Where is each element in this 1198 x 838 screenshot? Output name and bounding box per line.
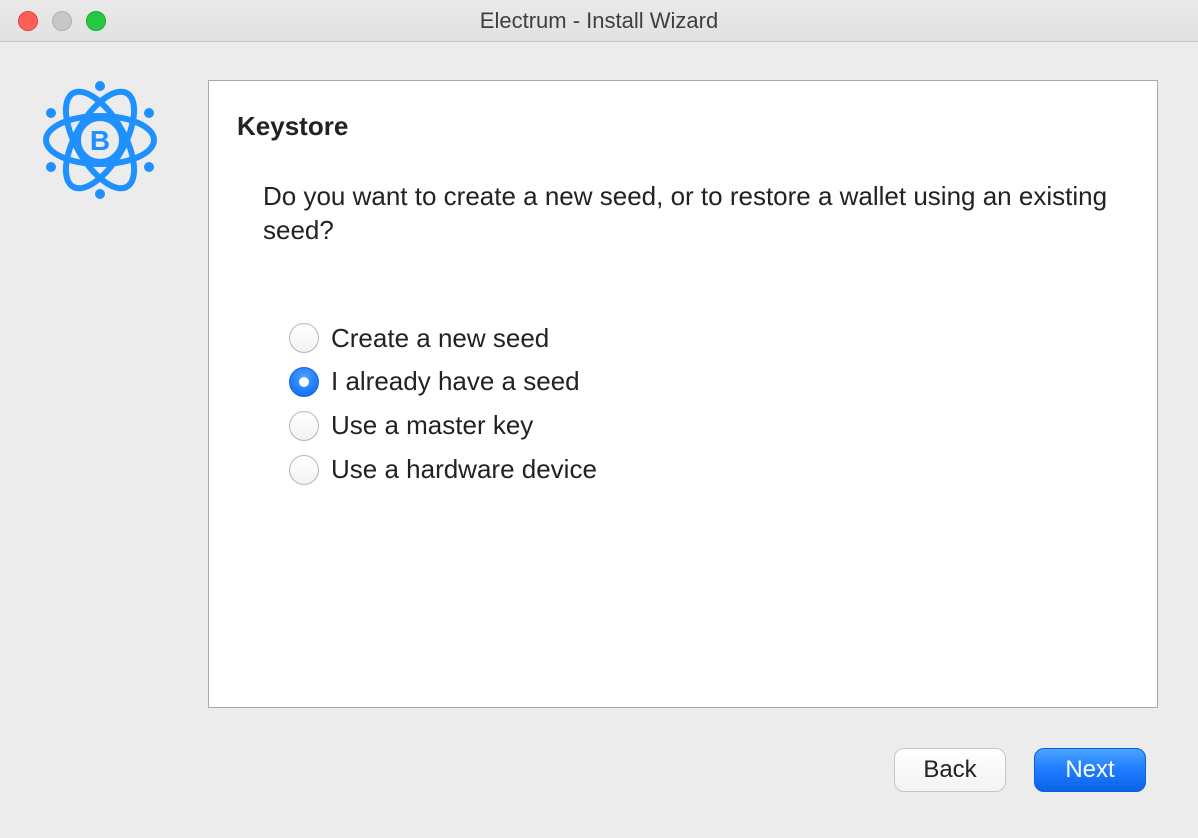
radio-icon xyxy=(289,411,319,441)
radio-icon xyxy=(289,455,319,485)
window-controls xyxy=(18,11,106,31)
panel-heading: Keystore xyxy=(237,111,1129,142)
svg-text:B: B xyxy=(90,125,110,156)
option-label: Use a master key xyxy=(331,407,533,445)
option-create-new-seed[interactable]: Create a new seed xyxy=(289,320,1129,358)
option-use-master-key[interactable]: Use a master key xyxy=(289,407,1129,445)
zoom-icon[interactable] xyxy=(86,11,106,31)
electrum-logo-icon: B xyxy=(40,80,160,200)
panel-question: Do you want to create a new seed, or to … xyxy=(237,180,1129,248)
back-button[interactable]: Back xyxy=(894,748,1006,792)
option-already-have-seed[interactable]: I already have a seed xyxy=(289,363,1129,401)
radio-icon xyxy=(289,323,319,353)
logo-column: B xyxy=(40,80,180,708)
close-icon[interactable] xyxy=(18,11,38,31)
content-area: B Keystore Do you want to create a new s… xyxy=(0,42,1198,708)
option-label: I already have a seed xyxy=(331,363,580,401)
window-title: Electrum - Install Wizard xyxy=(0,8,1198,34)
radio-icon xyxy=(289,367,319,397)
next-button[interactable]: Next xyxy=(1034,748,1146,792)
titlebar: Electrum - Install Wizard xyxy=(0,0,1198,42)
option-label: Create a new seed xyxy=(331,320,549,358)
keystore-options: Create a new seed I already have a seed … xyxy=(237,320,1129,489)
wizard-footer: Back Next xyxy=(894,748,1146,792)
option-label: Use a hardware device xyxy=(331,451,597,489)
option-use-hardware-device[interactable]: Use a hardware device xyxy=(289,451,1129,489)
wizard-panel: Keystore Do you want to create a new see… xyxy=(208,80,1158,708)
minimize-icon[interactable] xyxy=(52,11,72,31)
